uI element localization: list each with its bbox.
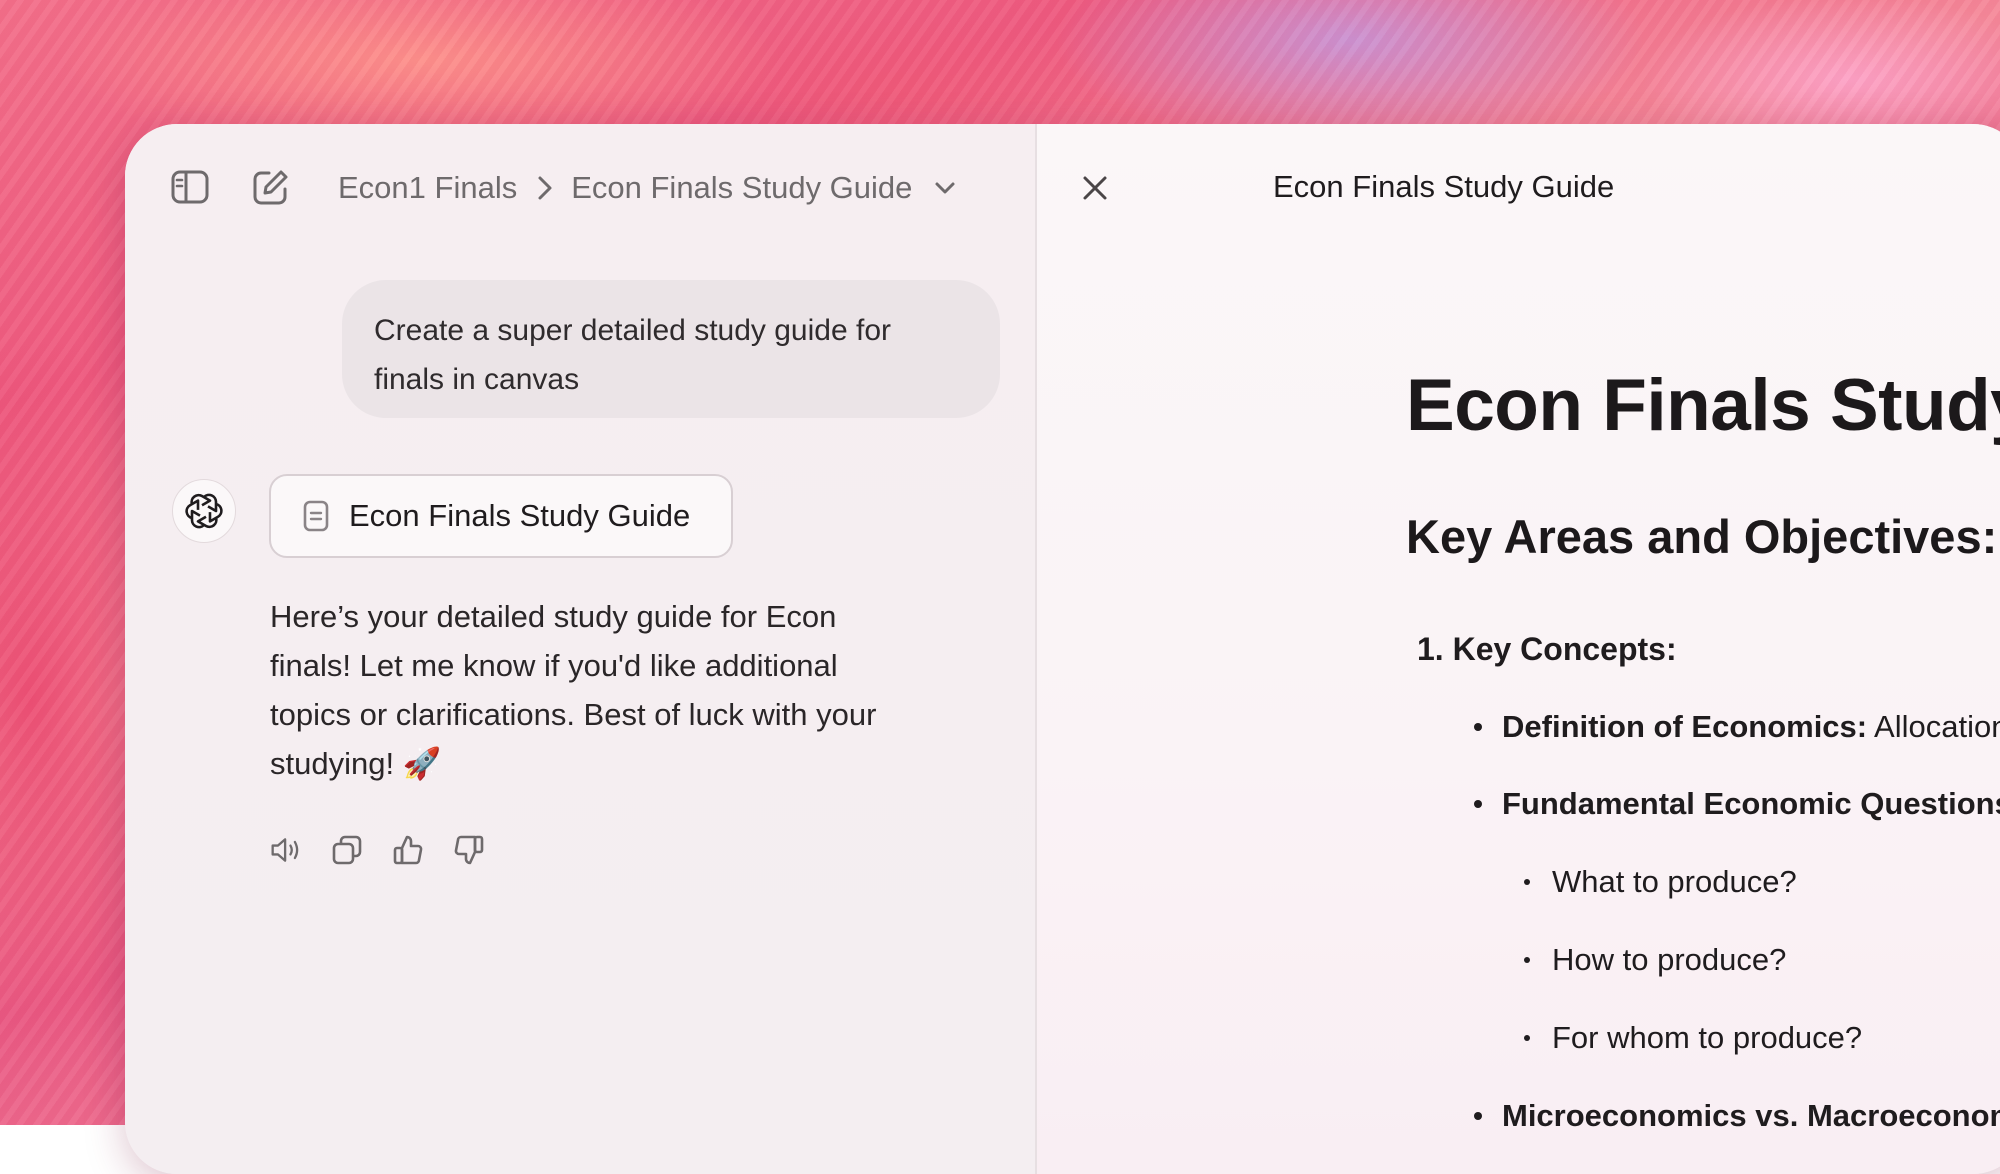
read-aloud-button[interactable]	[270, 834, 302, 866]
openai-logo-icon	[185, 493, 223, 529]
list-item[interactable]: Microeconomics vs. Macroeconomics:	[1474, 1098, 2000, 1134]
copy-button[interactable]	[331, 834, 363, 866]
breadcrumb-project[interactable]: Econ1 Finals	[338, 170, 517, 206]
bullet	[1474, 1112, 1482, 1120]
sidebar-toggle-button[interactable]	[168, 165, 212, 209]
chevron-right-icon	[537, 175, 553, 201]
chat-pane: Econ1 Finals Econ Finals Study Guide Cre…	[125, 124, 1035, 1174]
user-message-bubble: Create a super detailed study guide for …	[342, 280, 1000, 418]
list-item-label: Definition of Economics:	[1502, 709, 1868, 744]
document-subheading[interactable]: Key Areas and Objectives:	[1406, 509, 1997, 564]
list-item[interactable]: Fundamental Economic Questions:	[1474, 786, 2000, 822]
assistant-message-text: Here’s your detailed study guide for Eco…	[270, 599, 877, 781]
copy-icon	[332, 835, 362, 865]
assistant-avatar	[172, 479, 236, 543]
bullet	[1474, 800, 1482, 808]
sub-list-item-text: What to produce?	[1552, 864, 1797, 899]
sub-list-item-text: How to produce?	[1552, 942, 1787, 977]
canvas-document-chip-label: Econ Finals Study Guide	[349, 498, 691, 533]
list-item-text: Allocation of scar	[1874, 709, 2000, 744]
list-item-label: Fundamental Economic Questions:	[1502, 786, 2000, 821]
sub-list-item[interactable]: What to produce?	[1524, 864, 1797, 900]
thumbs-up-button[interactable]	[392, 834, 424, 866]
app-window: Econ1 Finals Econ Finals Study Guide Cre…	[125, 124, 2000, 1174]
canvas-pane: Econ Finals Study Guide Econ Finals Stud…	[1037, 124, 2000, 1174]
sub-list-item[interactable]: For whom to produce?	[1524, 1020, 1862, 1056]
message-actions	[270, 834, 485, 866]
bullet	[1524, 957, 1530, 963]
bullet	[1524, 1035, 1530, 1041]
breadcrumb-chat-title[interactable]: Econ Finals Study Guide	[571, 170, 912, 206]
section-key-concepts-text: 1. Key Concepts:	[1417, 631, 1677, 667]
section-key-concepts[interactable]: 1. Key Concepts:	[1417, 631, 1677, 668]
canvas-title: Econ Finals Study Guide	[1273, 169, 1615, 204]
close-icon	[1083, 176, 1107, 200]
new-chat-button[interactable]	[248, 164, 294, 210]
compose-icon	[253, 170, 288, 205]
bullet	[1474, 723, 1482, 731]
canvas-document-chip[interactable]: Econ Finals Study Guide	[269, 474, 733, 558]
thumbs-up-icon	[393, 835, 423, 865]
list-item-label: Microeconomics vs. Macroeconomics:	[1502, 1098, 2000, 1133]
user-message-text: Create a super detailed study guide for …	[374, 314, 891, 396]
thumbs-down-icon	[454, 835, 484, 865]
bullet	[1524, 879, 1530, 885]
chevron-down-icon[interactable]	[934, 181, 956, 195]
sub-list-item[interactable]: How to produce?	[1524, 942, 1786, 978]
sidebar-icon	[171, 170, 209, 204]
close-canvas-button[interactable]	[1073, 166, 1117, 210]
speaker-icon	[271, 838, 299, 862]
sub-list-item-text: For whom to produce?	[1552, 1020, 1863, 1055]
thumbs-down-button[interactable]	[453, 834, 485, 866]
document-heading[interactable]: Econ Finals Study Gui	[1406, 364, 2000, 447]
list-item[interactable]: Definition of Economics: Allocation of s…	[1474, 709, 2000, 745]
breadcrumb: Econ1 Finals Econ Finals Study Guide	[338, 163, 956, 213]
document-icon	[303, 500, 329, 532]
